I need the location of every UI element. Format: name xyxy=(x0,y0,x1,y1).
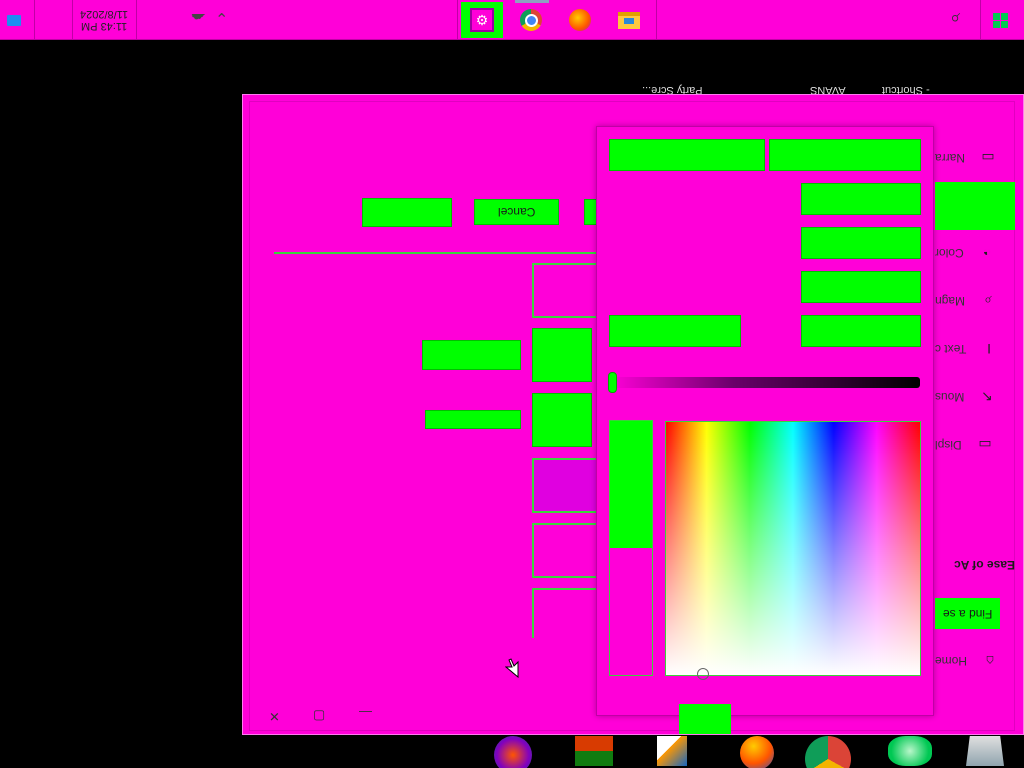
chrome-icon xyxy=(805,736,851,768)
dock-app-icon[interactable] xyxy=(740,736,776,768)
dock-app-icon[interactable] xyxy=(966,736,1006,768)
mouse-pointer-icon: ↖ xyxy=(981,389,994,405)
app-icon-4 xyxy=(740,736,774,768)
search-button[interactable]: ⌕ xyxy=(942,8,968,32)
close-button[interactable]: ✕ xyxy=(264,708,284,728)
mouse-cursor-icon xyxy=(504,658,519,679)
dialog-button[interactable] xyxy=(609,139,765,171)
narrator-icon: ▭ xyxy=(981,150,995,166)
firefox-icon xyxy=(569,9,591,31)
taskbar-firefox[interactable] xyxy=(560,2,600,38)
sidebar-search-input[interactable]: Find a se xyxy=(935,598,1000,629)
taskbar-file-explorer[interactable] xyxy=(609,2,649,38)
taskbar-divider xyxy=(34,0,35,40)
network-icon: ☁ xyxy=(190,10,206,27)
settings-icon: ⚙ xyxy=(470,8,494,32)
start-button[interactable] xyxy=(986,8,1014,32)
option-toggle[interactable] xyxy=(422,340,521,370)
dock-app-icon[interactable] xyxy=(888,736,936,768)
sidebar-item-mouse-pointer[interactable]: Mous ↖ xyxy=(935,387,1015,407)
dock-app-icon[interactable] xyxy=(657,736,691,768)
magnifier-icon: ⌕ xyxy=(984,293,992,309)
dialog-button[interactable] xyxy=(769,139,921,171)
divider xyxy=(274,252,598,254)
taskbar-settings[interactable]: ⚙ xyxy=(461,2,503,38)
color-preview xyxy=(609,420,653,676)
color-value-field[interactable] xyxy=(801,271,921,303)
text-cursor-icon: I xyxy=(987,341,992,357)
chrome-icon xyxy=(520,9,542,31)
brightness-slider[interactable] xyxy=(610,377,920,388)
taskbar-chrome[interactable] xyxy=(511,2,551,38)
hex-field[interactable] xyxy=(609,315,741,347)
maximize-icon: ▢ xyxy=(312,709,326,724)
tray-overflow[interactable]: ⌄ xyxy=(212,8,232,30)
chrome-active-indicator xyxy=(515,0,549,3)
slider-thumb[interactable] xyxy=(608,372,617,393)
apply-button[interactable] xyxy=(362,198,452,227)
search-icon: ⌕ xyxy=(949,9,961,29)
option-toggle[interactable] xyxy=(425,410,521,429)
app-icon-1 xyxy=(494,736,532,768)
chevron-up-icon: ⌄ xyxy=(215,9,229,26)
clock-date: 11/8/2024 xyxy=(80,8,129,20)
color-value-field[interactable] xyxy=(801,227,921,259)
app-icon-6 xyxy=(888,736,932,766)
app-icon-7 xyxy=(966,736,1004,766)
sidebar-item-text-cursor[interactable]: Text c I xyxy=(935,339,1015,359)
color-spectrum[interactable] xyxy=(665,421,921,676)
minimize-button[interactable]: — xyxy=(355,705,375,725)
clock-time: 11:43 PM xyxy=(81,20,128,32)
taskbar-divider xyxy=(980,0,981,40)
sidebar-item-color-filters[interactable]: Color ◔ xyxy=(935,243,1015,263)
dock-app-icon[interactable] xyxy=(494,736,538,768)
dock-app-icon[interactable] xyxy=(805,736,853,768)
minimize-icon: — xyxy=(358,705,372,720)
task-view-icon xyxy=(7,14,21,26)
color-swatch[interactable] xyxy=(532,458,598,513)
color-value-field[interactable] xyxy=(801,315,921,347)
sidebar-item-display[interactable]: Displ ▭ xyxy=(935,435,1015,455)
close-icon: ✕ xyxy=(268,709,280,724)
sidebar-item-active[interactable] xyxy=(935,182,1015,230)
sidebar-item-narrator[interactable]: Narra ▭ xyxy=(935,148,1015,168)
dialog-bottom-button[interactable] xyxy=(679,704,731,734)
show-desktop-button[interactable] xyxy=(0,0,28,40)
home-icon: ⌂ xyxy=(985,653,995,669)
windows-logo-icon xyxy=(992,12,1008,28)
color-swatch[interactable] xyxy=(532,393,592,447)
spectrum-cursor[interactable] xyxy=(697,668,709,680)
color-swatch[interactable] xyxy=(532,523,598,578)
app-icon-2 xyxy=(575,736,613,766)
dock-app-icon[interactable] xyxy=(575,736,617,768)
display-icon: ▭ xyxy=(978,437,992,453)
taskbar-divider xyxy=(457,0,458,40)
color-swatch-selected[interactable] xyxy=(532,328,592,382)
cancel-button[interactable]: Cancel xyxy=(474,199,559,225)
sidebar-item-home[interactable]: Home ⌂ xyxy=(935,651,1015,671)
maximize-button[interactable]: ▢ xyxy=(309,708,329,728)
sidebar-section-heading: Ease of Ac xyxy=(954,558,1015,572)
app-icon-3 xyxy=(657,736,687,766)
color-value-field[interactable] xyxy=(801,183,921,215)
taskbar-divider xyxy=(656,0,657,40)
file-explorer-icon xyxy=(618,11,640,29)
new-color-preview xyxy=(610,421,652,548)
color-swatch[interactable] xyxy=(532,588,598,638)
clock[interactable]: 11/8/2024 11:43 PM xyxy=(73,0,137,40)
color-filter-icon: ◔ xyxy=(982,245,991,261)
color-swatch[interactable] xyxy=(532,263,598,318)
tray-network[interactable]: ☁ xyxy=(188,10,208,30)
taskbar: 11/8/2024 11:43 PM ☁ ⌄ ⚙ ⌕ xyxy=(0,0,1024,40)
sidebar-item-magnifier[interactable]: Magn ⌕ xyxy=(935,291,1015,311)
